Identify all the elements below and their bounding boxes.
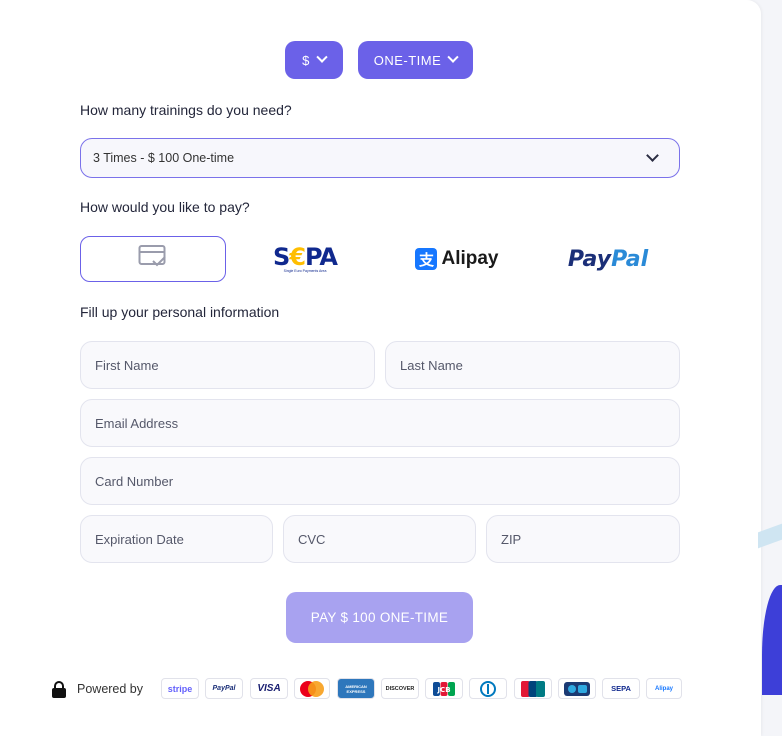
chevron-down-icon: [447, 51, 459, 63]
powered-by-label: Powered by: [77, 682, 144, 696]
cvc-placeholder: CVC: [298, 531, 326, 547]
frequency-label: ONE-TIME: [373, 52, 442, 68]
trainings-selected-value: 3 Times - $ 100 One-time: [93, 151, 235, 165]
unionpay-icon: [521, 680, 545, 697]
trainings-question: How many trainings do you need?: [80, 102, 292, 118]
frequency-dropdown[interactable]: ONE-TIME: [358, 41, 473, 79]
payment-question: How would you like to pay?: [80, 199, 250, 215]
jcb-logo-text: JCB: [436, 686, 450, 694]
pay-option-alipay[interactable]: 支 Alipay: [410, 236, 504, 282]
diners-badge: [469, 678, 507, 699]
email-placeholder: Email Address: [95, 415, 179, 431]
paypal-label-pay: Pay: [567, 246, 612, 272]
last-name-field[interactable]: Last Name: [385, 341, 680, 389]
sepa-subtitle: Single Euro Payments Area: [283, 269, 327, 273]
trainings-select[interactable]: 3 Times - $ 100 One-time: [80, 138, 680, 178]
diners-icon: [480, 680, 496, 697]
jcb-icon: JCB: [433, 681, 455, 696]
decorative-shape: [762, 585, 782, 695]
currency-label: $: [302, 52, 310, 68]
cb-icon: [564, 681, 590, 696]
mastercard-badge: [294, 678, 330, 699]
discover-badge: DISCOVER: [381, 678, 419, 699]
pay-option-paypal[interactable]: Pay Pal: [563, 236, 653, 282]
paypal-label-pal: Pal: [611, 246, 649, 272]
first-name-field[interactable]: First Name: [80, 341, 375, 389]
unionpay-badge: [514, 678, 552, 699]
cvc-field[interactable]: CVC: [283, 515, 476, 563]
paypal-badge: PayPal: [205, 678, 243, 699]
credit-card-icon: [138, 244, 168, 275]
card-number-field[interactable]: Card Number: [80, 457, 680, 505]
alipay-badge: Alipay: [646, 678, 682, 699]
chevron-down-icon: [316, 51, 328, 63]
pay-option-sepa[interactable]: S€PA Single Euro Payments Area: [270, 236, 340, 282]
chevron-down-icon: [646, 149, 659, 162]
email-field[interactable]: Email Address: [80, 399, 680, 447]
stripe-logo: stripe: [161, 678, 199, 699]
jcb-badge: JCB: [425, 678, 463, 699]
expiration-placeholder: Expiration Date: [95, 531, 184, 547]
powered-by: Powered by: [52, 680, 143, 698]
pay-button[interactable]: PAY $ 100 ONE-TIME: [286, 592, 473, 643]
expiration-date-field[interactable]: Expiration Date: [80, 515, 273, 563]
zip-placeholder: ZIP: [501, 531, 522, 547]
sepa-logo: S€PA: [273, 243, 338, 271]
pay-option-card[interactable]: [80, 236, 226, 282]
zip-field[interactable]: ZIP: [486, 515, 680, 563]
decorative-stripe: [758, 523, 782, 549]
card-number-placeholder: Card Number: [95, 473, 174, 489]
last-name-placeholder: Last Name: [400, 357, 463, 373]
first-name-placeholder: First Name: [95, 357, 159, 373]
lock-icon: [52, 681, 66, 698]
alipay-label: Alipay: [441, 248, 499, 269]
mastercard-icon: [300, 680, 324, 697]
cb-badge: [558, 678, 596, 699]
amex-badge: AMERICAN EXPRESS: [337, 678, 375, 699]
alipay-icon: 支: [415, 248, 438, 270]
personal-info-heading: Fill up your personal information: [80, 304, 280, 320]
visa-badge: VISA: [250, 678, 288, 699]
sepa-badge: SEPA: [602, 678, 640, 699]
currency-dropdown[interactable]: $: [285, 41, 343, 79]
